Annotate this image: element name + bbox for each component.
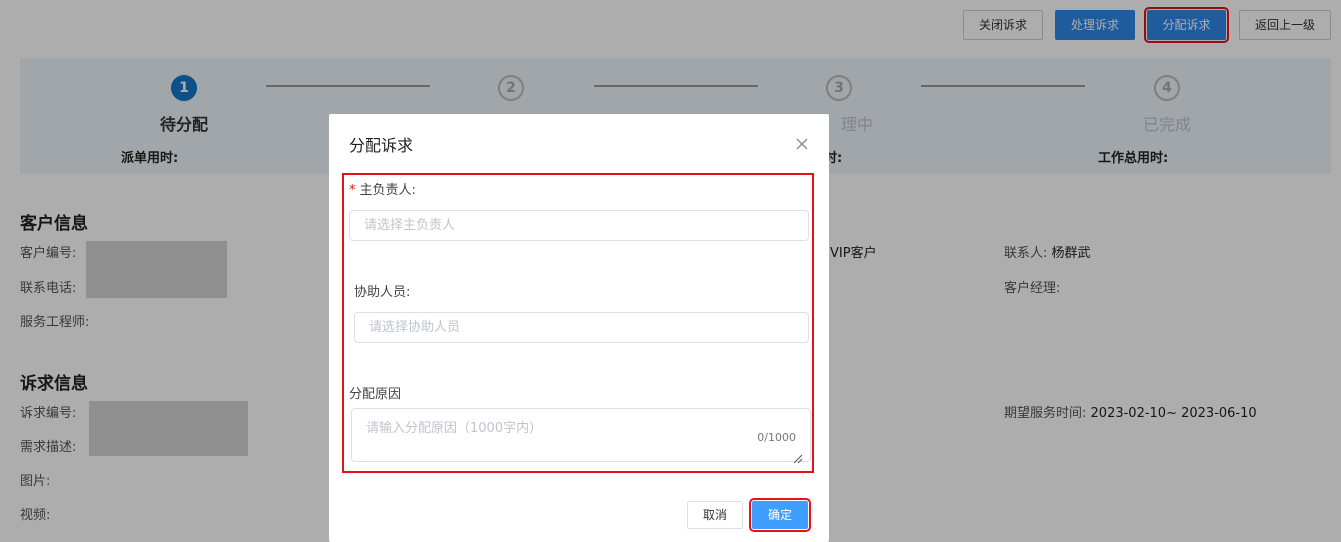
required-mark: *	[349, 183, 356, 198]
reason-textarea[interactable]	[351, 408, 811, 462]
close-icon[interactable]	[795, 136, 809, 150]
assistant-select[interactable]	[354, 312, 809, 343]
assign-request-dialog: 分配诉求 *主负责人: 协助人员: 分配原因 0/1000 取消 确定	[329, 114, 829, 542]
dialog-title: 分配诉求	[349, 136, 414, 155]
owner-label-text: 主负责人:	[359, 183, 416, 198]
confirm-button[interactable]: 确定	[749, 498, 811, 532]
resize-handle-icon[interactable]	[791, 449, 803, 464]
owner-select[interactable]	[349, 210, 809, 241]
assign-form: *主负责人: 协助人员: 分配原因 0/1000	[342, 173, 814, 473]
cancel-button[interactable]: 取消	[687, 501, 743, 529]
owner-label: * 主负责人:	[349, 179, 416, 198]
char-counter: 0/1000	[757, 431, 796, 444]
reason-label: 分配原因	[349, 387, 402, 402]
assistant-label: 协助人员:	[354, 285, 411, 300]
